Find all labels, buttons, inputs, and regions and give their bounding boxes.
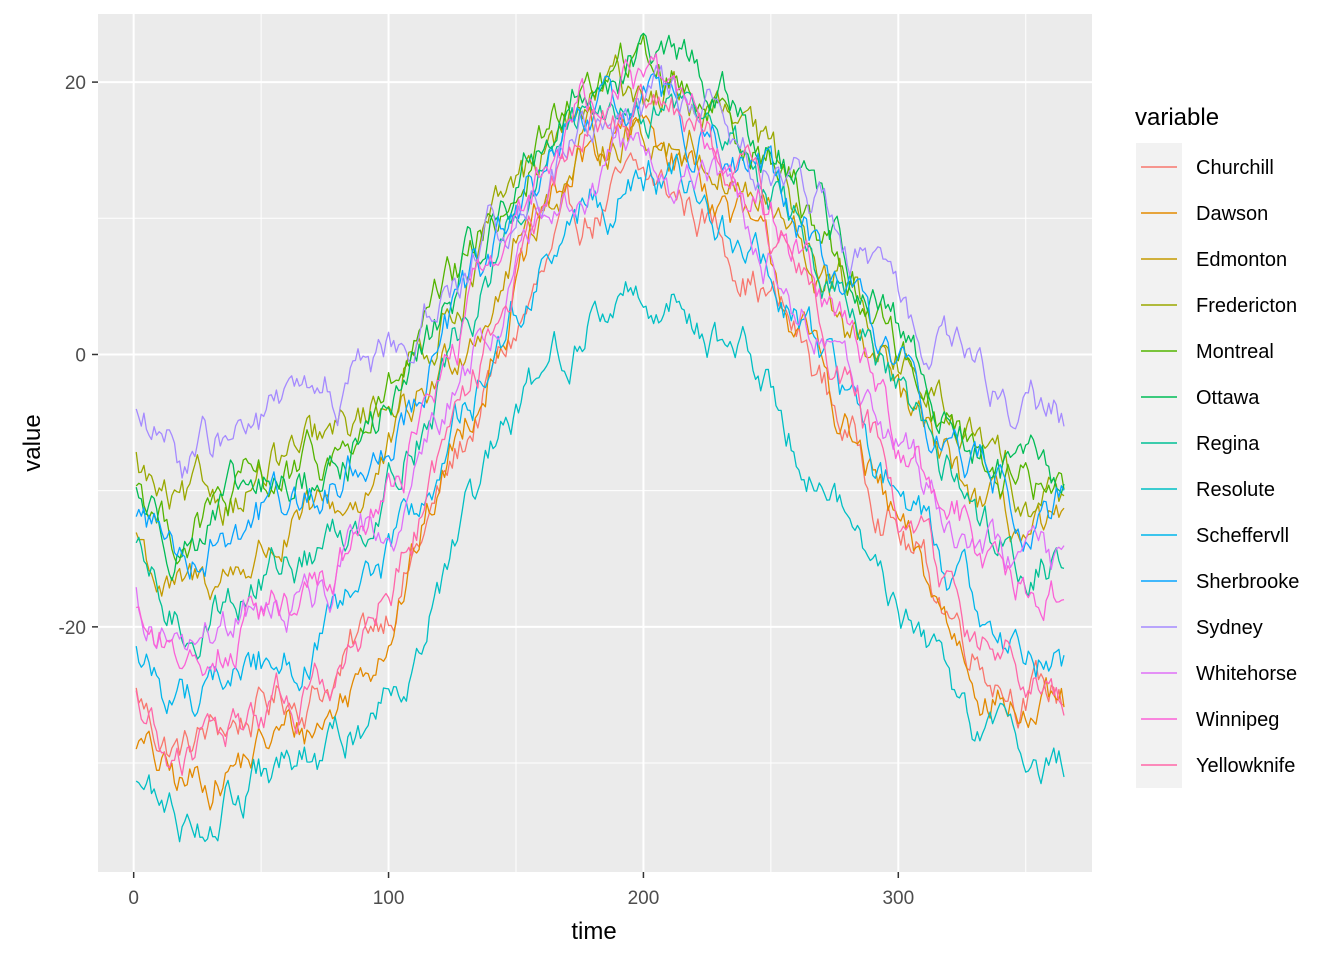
y-axis: 20 0 -20 [59,73,98,639]
legend-label-whitehorse: Whitehorse [1196,663,1297,685]
y-tick-label: 0 [75,345,86,366]
legend-label-montreal: Montreal [1196,341,1274,363]
x-tick-label: 300 [882,888,914,909]
x-axis: 0 100 200 300 [128,872,914,909]
y-axis-title: value [19,414,46,471]
x-tick-label: 100 [373,888,405,909]
legend-label-sherbrooke: Sherbrooke [1196,571,1299,593]
legend-label-dawson: Dawson [1196,203,1268,225]
legend-label-sydney: Sydney [1196,617,1263,639]
x-tick-label: 200 [628,888,660,909]
legend-label-winnipeg: Winnipeg [1196,709,1279,731]
legend-label-fredericton: Fredericton [1196,295,1297,317]
x-tick-label: 0 [128,888,139,909]
legend-label-ottawa: Ottawa [1196,387,1260,409]
x-axis-title: time [571,918,616,945]
legend-label-edmonton: Edmonton [1196,249,1287,271]
line-chart: 0 100 200 300 200-20 time value variable Ch… [19,14,1299,945]
legend-label-regina: Regina [1196,433,1260,455]
y-tick-label: -20 [59,618,86,639]
legend-label-resolute: Resolute [1196,479,1275,501]
legend-label-yellowknife: Yellowknife [1196,755,1295,777]
legend: variable Churchill Dawson Edmonton Frederic… [1135,104,1299,788]
legend-label-scheffervll: Scheffervll [1196,525,1289,547]
legend-title: variable [1135,104,1219,131]
legend-key-background [1136,143,1182,788]
legend-label-churchill: Churchill [1196,157,1274,179]
y-tick-label: 20 [65,73,86,94]
